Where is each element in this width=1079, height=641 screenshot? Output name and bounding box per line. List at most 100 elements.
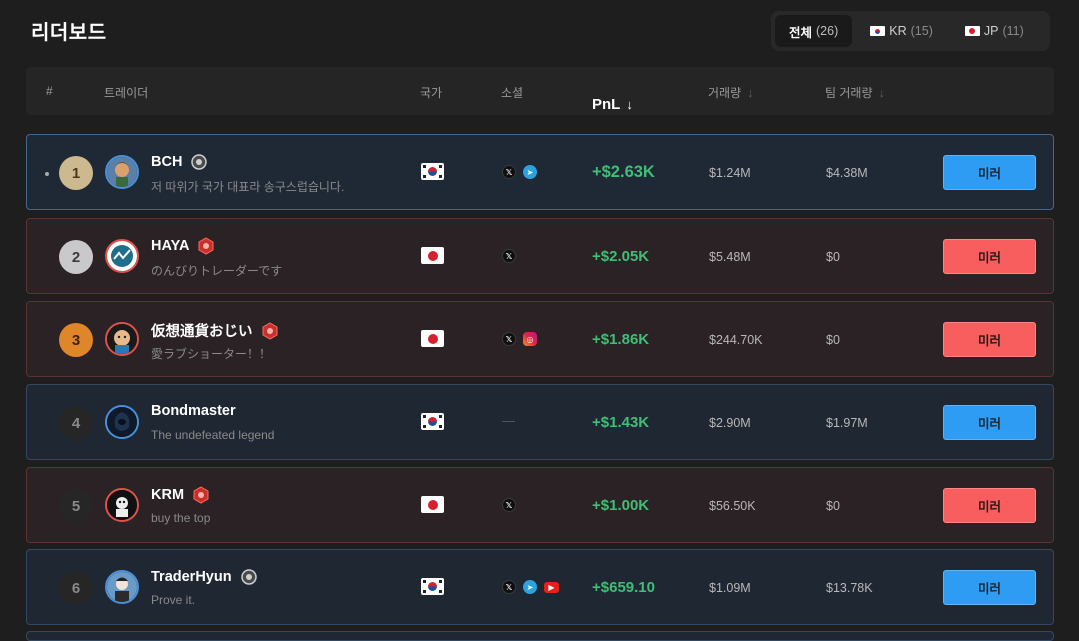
filter-kr-button[interactable]: KR (15) [856,15,947,47]
column-pnl-label: PnL [592,96,621,113]
x-icon[interactable]: 𝕏 [502,580,516,594]
avatar[interactable] [105,488,139,522]
column-pnl-sort[interactable]: PnL ↓ [592,96,633,113]
column-team-volume-label: 팀 거래량 [825,86,873,100]
x-icon[interactable]: 𝕏 [502,332,516,346]
instagram-icon[interactable]: ◎ [523,332,537,346]
avatar[interactable] [105,239,139,273]
mirror-button[interactable]: 미러 [943,322,1036,357]
table-row[interactable]: 4 Bondmaster The undefeated legend — +$1… [26,384,1054,460]
telegram-icon[interactable]: ➤ [523,580,537,594]
rank-badge-silver: 2 [59,240,93,274]
mirror-button[interactable]: 미러 [943,488,1036,523]
volume-value: $56.50K [709,499,756,513]
x-icon[interactable]: 𝕏 [502,249,516,263]
table-row[interactable]: 3 仮想通貨おじい 愛ラブショーター！！ 𝕏 ◎ +$1.86K $244.70… [26,301,1054,377]
volume-value: $1.09M [709,581,751,595]
column-team-volume-sort[interactable]: 팀 거래량 ↓ [825,84,885,101]
country-filter-group: 전체 (26) KR (15) JP (11) [771,11,1050,51]
japan-flag-icon [421,247,444,264]
tier-badge-icon [191,154,208,170]
avatar[interactable] [105,155,139,189]
team-volume-value: $0 [826,333,840,347]
mirror-button[interactable]: 미러 [943,155,1036,190]
page-title: 리더보드 [31,22,107,44]
volume-value: $1.24M [709,166,751,180]
table-row[interactable]: 1 BCH 저 따위가 국가 대표라 송구스럽습니다. 𝕏 ➤ +$2.63K … [26,134,1054,210]
rank-badge: 5 [59,489,93,523]
social-links: 𝕏 ◎ [502,332,537,346]
team-volume-value: $13.78K [826,581,873,595]
country-cell [421,163,444,180]
team-volume-value: $4.38M [826,166,868,180]
filter-jp-label: JP [983,24,999,38]
rank-badge-gold: 1 [59,156,93,190]
filter-all-label: 전체 [789,25,813,40]
avatar[interactable] [105,322,139,356]
team-volume-value: $1.97M [826,416,868,430]
sort-icon: ↓ [747,85,754,100]
no-social-placeholder: — [502,413,515,428]
trader-name[interactable]: 仮想通貨おじい [151,320,253,341]
korea-flag-icon [421,413,444,430]
sort-icon: ↓ [878,85,886,100]
social-links: — [502,413,515,430]
column-country: 국가 [420,86,443,100]
pnl-value: +$2.63K [592,163,655,181]
korea-flag-icon [421,578,444,595]
table-row[interactable]: 5 KRM buy the top 𝕏 +$1.00K $56.50K $0 미… [26,467,1054,543]
telegram-icon[interactable]: ➤ [523,165,537,179]
avatar[interactable] [105,405,139,439]
table-row-partial [26,631,1054,641]
mirror-button[interactable]: 미러 [943,570,1036,605]
trader-name-line: TraderHyun [151,568,258,586]
volume-value: $244.70K [709,333,763,347]
rank-indicator-dot [45,172,49,176]
filter-kr-count: (15) [910,24,933,38]
avatar[interactable] [105,570,139,604]
japan-flag-icon [421,496,444,513]
trader-bio: The undefeated legend [151,428,275,442]
rank-badge: 4 [59,406,93,440]
column-volume-sort[interactable]: 거래량 ↓ [708,84,754,101]
table-row[interactable]: 6 TraderHyun Prove it. 𝕏 ➤ ▶ +$659.10 $1… [26,549,1054,625]
korea-flag-icon [421,163,444,180]
x-icon[interactable]: 𝕏 [502,165,516,179]
pnl-value: +$2.05K [592,248,650,265]
tier-badge-icon [193,486,209,504]
social-links: 𝕏 [502,498,516,512]
pnl-value: +$1.86K [592,331,650,348]
trader-name[interactable]: KRM [151,487,184,503]
team-volume-value: $0 [826,499,840,513]
tier-badge-icon [262,321,277,340]
table-row[interactable]: 2 HAYA のんびりトレーダーです 𝕏 +$2.05K $5.48M $0 미… [26,218,1054,294]
japan-flag-icon [421,330,444,347]
mirror-button[interactable]: 미러 [943,405,1036,440]
volume-value: $2.90M [709,416,751,430]
filter-kr-label: KR [889,24,907,38]
pnl-value: +$1.43K [592,414,650,431]
social-links: 𝕏 ➤ [502,165,537,179]
filter-all-button[interactable]: 전체 (26) [775,15,853,47]
trader-name[interactable]: BCH [151,154,182,170]
trader-name[interactable]: Bondmaster [151,403,236,419]
mirror-button[interactable]: 미러 [943,239,1036,274]
team-volume-value: $0 [826,250,840,264]
trader-bio: 저 따위가 국가 대표라 송구스럽습니다. [151,180,345,194]
filter-jp-button[interactable]: JP (11) [951,15,1038,47]
trader-name-line: HAYA [151,237,215,255]
trader-name[interactable]: HAYA [151,238,189,254]
country-cell [421,413,444,430]
x-icon[interactable]: 𝕏 [502,498,516,512]
column-rank: # [46,84,53,98]
column-volume-label: 거래량 [708,86,742,100]
trader-name-line: Bondmaster [151,403,236,419]
youtube-icon[interactable]: ▶ [544,581,559,593]
rank-badge-bronze: 3 [59,323,93,357]
trader-name-line: BCH [151,153,208,171]
country-cell [421,247,444,264]
pnl-value: +$1.00K [592,497,650,514]
social-links: 𝕏 ➤ ▶ [502,580,559,594]
rank-badge: 6 [59,571,93,605]
trader-name[interactable]: TraderHyun [151,569,232,585]
